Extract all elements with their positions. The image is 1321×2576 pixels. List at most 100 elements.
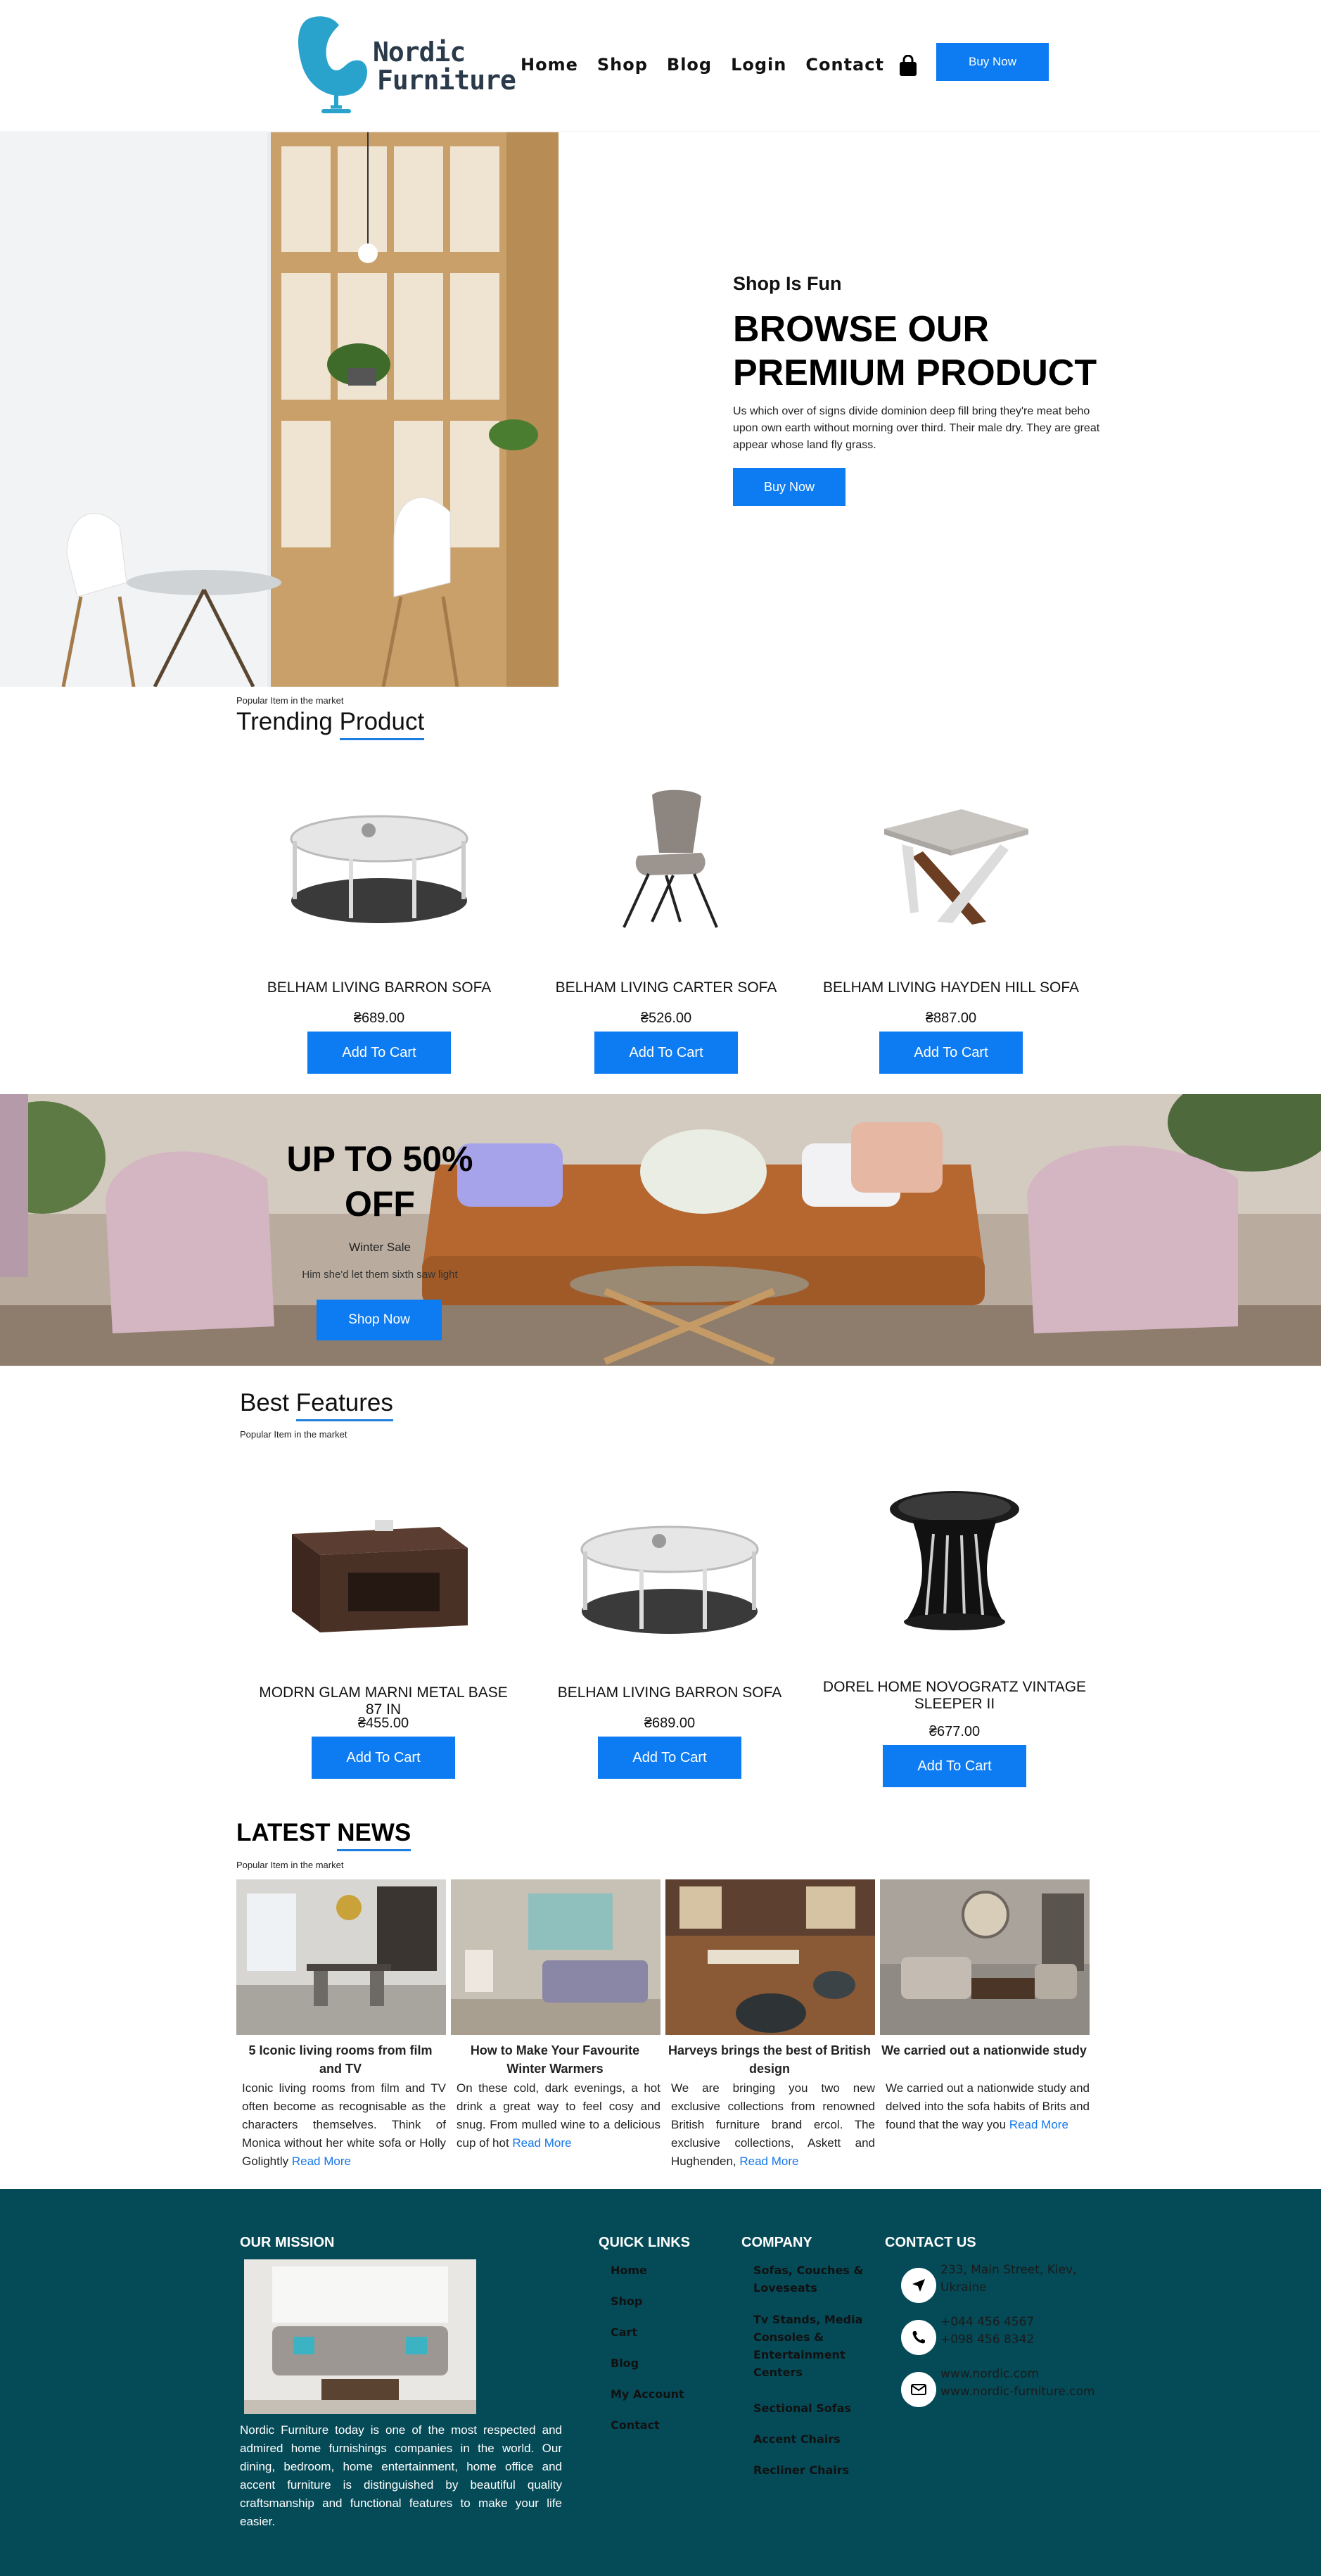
news-title-b: NEWS bbox=[337, 1819, 411, 1851]
header-buy-now-button[interactable]: Buy Now bbox=[936, 43, 1049, 81]
location-arrow-icon bbox=[901, 2268, 936, 2303]
footer-address: 233, Main Street, Kiev, Ukraine bbox=[940, 2261, 1077, 2297]
footer-company-tv-stands[interactable]: Tv Stands, Media Consoles & Entertainmen… bbox=[753, 2311, 873, 2381]
product-price: ₴677.00 bbox=[928, 1724, 981, 1739]
add-to-cart-button[interactable]: Add To Cart bbox=[307, 1032, 451, 1074]
hero-description: Us which over of signs divide dominion d… bbox=[733, 405, 1100, 451]
product-name: DOREL HOME NOVOGRATZ VINTAGE SLEEPER II bbox=[822, 1679, 1087, 1712]
add-to-cart-button[interactable]: Add To Cart bbox=[598, 1737, 741, 1779]
shopping-bag-icon[interactable] bbox=[898, 55, 919, 77]
add-to-cart-button[interactable]: Add To Cart bbox=[883, 1745, 1026, 1787]
read-more-link[interactable]: Read More bbox=[739, 2155, 798, 2168]
read-more-link[interactable]: Read More bbox=[1009, 2118, 1068, 2131]
news-card-body: On these cold, dark evenings, a hot drin… bbox=[457, 2079, 660, 2152]
news-card-title[interactable]: Harveys brings the best of British desig… bbox=[665, 2041, 874, 2078]
footer-link-blog[interactable]: Blog bbox=[611, 2356, 639, 2370]
black-side-table-image bbox=[890, 1491, 1019, 1630]
hero-title: BROWSE OUR PREMIUM PRODUCT bbox=[733, 307, 1113, 395]
chair-logo-icon bbox=[298, 16, 367, 113]
product-price: ₴455.00 bbox=[357, 1715, 409, 1731]
site-footer: OUR MISSION Nordic Furniture today is on… bbox=[0, 2189, 1321, 2576]
footer-phone-2[interactable]: +098 456 8342 bbox=[940, 2331, 1034, 2349]
dark-cube-table-image bbox=[292, 1520, 468, 1632]
footer-mission-text: Nordic Furniture today is one of the mos… bbox=[240, 2423, 562, 2528]
news-card-body: We carried out a nationwide study and de… bbox=[886, 2079, 1090, 2134]
footer-company-recliner[interactable]: Recliner Chairs bbox=[753, 2461, 873, 2479]
promo-title: UP TO 50% OFF bbox=[239, 1136, 521, 1226]
add-to-cart-button[interactable]: Add To Cart bbox=[594, 1032, 738, 1074]
product-card: BELHAM LIVING BARRON SOFA ₴689.00 Add To… bbox=[536, 1485, 803, 1787]
footer-web-1[interactable]: www.nordic.com bbox=[940, 2366, 1095, 2383]
promo-title-line2: OFF bbox=[345, 1184, 415, 1224]
logo-text-line1: Nordic bbox=[373, 37, 466, 68]
news-card-title[interactable]: How to Make Your Favourite Winter Warmer… bbox=[451, 2041, 659, 2078]
news-card-title[interactable]: We carried out a nationwide study bbox=[880, 2041, 1088, 2060]
hero-room-illustration bbox=[0, 132, 559, 687]
promo-banner: UP TO 50% OFF Winter Sale Him she'd let … bbox=[0, 1094, 1321, 1366]
features-title: Best Features bbox=[240, 1389, 393, 1421]
product-card: MODRN GLAM MARNI METAL BASE 87 IN ₴455.0… bbox=[250, 1485, 517, 1787]
hero-title-line1: BROWSE OUR bbox=[733, 309, 989, 350]
footer-company-sectional[interactable]: Sectional Sofas bbox=[753, 2399, 873, 2417]
site-logo[interactable]: Nordic Furniture bbox=[294, 13, 516, 118]
promo-note: Him she'd let them sixth saw light bbox=[302, 1269, 458, 1281]
add-to-cart-button[interactable]: Add To Cart bbox=[312, 1737, 455, 1779]
news-image-living-room[interactable] bbox=[451, 1879, 660, 2035]
news-image-lounge[interactable] bbox=[880, 1879, 1090, 2035]
hero-buy-now-button[interactable]: Buy Now bbox=[733, 468, 845, 506]
news-title-a: LATEST bbox=[236, 1819, 338, 1846]
news-image-dining-room[interactable] bbox=[236, 1879, 446, 2035]
add-to-cart-button[interactable]: Add To Cart bbox=[879, 1032, 1023, 1074]
footer-mission-title: OUR MISSION bbox=[240, 2235, 335, 2250]
footer-quick-links-title: QUICK LINKS bbox=[599, 2235, 690, 2250]
product-name: BELHAM LIVING CARTER SOFA bbox=[555, 979, 777, 996]
nav-blog[interactable]: Blog bbox=[667, 55, 712, 75]
news-card: 5 Iconic living rooms from film and TV I… bbox=[236, 1879, 446, 2175]
footer-link-contact[interactable]: Contact bbox=[611, 2418, 660, 2432]
features-title-b: Features bbox=[295, 1389, 393, 1421]
news-title: LATEST NEWS bbox=[236, 1819, 411, 1851]
footer-link-my-account[interactable]: My Account bbox=[611, 2387, 684, 2401]
footer-phone-1[interactable]: +044 456 4567 bbox=[940, 2314, 1034, 2331]
hero-title-line2: PREMIUM PRODUCT bbox=[733, 353, 1097, 393]
news-card: Harveys brings the best of British desig… bbox=[665, 1879, 875, 2175]
footer-link-shop[interactable]: Shop bbox=[611, 2295, 642, 2308]
footer-company-sofas[interactable]: Sofas, Couches & Loveseats bbox=[753, 2261, 873, 2297]
read-more-link[interactable]: Read More bbox=[512, 2136, 571, 2150]
product-price: ₴689.00 bbox=[353, 1010, 405, 1026]
nav-contact[interactable]: Contact bbox=[805, 55, 884, 75]
footer-link-cart[interactable]: Cart bbox=[611, 2326, 637, 2339]
footer-link-home[interactable]: Home bbox=[611, 2264, 647, 2277]
footer-mission-image bbox=[244, 2259, 476, 2414]
nav-login[interactable]: Login bbox=[731, 55, 786, 75]
footer-web-2[interactable]: www.nordic-furniture.com bbox=[940, 2383, 1095, 2401]
nav-home[interactable]: Home bbox=[521, 55, 578, 75]
features-kicker: Popular Item in the market bbox=[240, 1429, 347, 1440]
promo-subtitle: Winter Sale bbox=[349, 1241, 411, 1254]
cross-leg-table-image bbox=[884, 809, 1028, 925]
nav-shop[interactable]: Shop bbox=[597, 55, 648, 75]
product-name: MODRN GLAM MARNI METAL BASE 87 IN bbox=[259, 1684, 508, 1718]
news-card-body: Iconic living rooms from film and TV oft… bbox=[242, 2079, 446, 2171]
product-name: BELHAM LIVING BARRON SOFA bbox=[267, 979, 492, 996]
read-more-link[interactable]: Read More bbox=[292, 2155, 351, 2168]
news-image-restaurant[interactable] bbox=[665, 1879, 875, 2035]
trending-kicker: Popular Item in the market bbox=[236, 695, 344, 706]
footer-company-accent-chairs[interactable]: Accent Chairs bbox=[753, 2430, 873, 2448]
news-card-title[interactable]: 5 Iconic living rooms from film and TV bbox=[236, 2041, 445, 2078]
product-card: BELHAM LIVING CARTER SOFA ₴526.00 Add To… bbox=[532, 774, 800, 1084]
promo-living-room-image bbox=[0, 1094, 1321, 1366]
footer-address-line2: Ukraine bbox=[940, 2280, 987, 2295]
round-table-image bbox=[290, 815, 468, 923]
footer-address-line1: 233, Main Street, Kiev, bbox=[940, 2263, 1077, 2277]
product-price: ₴887.00 bbox=[925, 1010, 977, 1026]
shop-now-button[interactable]: Shop Now bbox=[317, 1300, 442, 1340]
trending-title-a: Trending bbox=[236, 708, 340, 735]
footer-phones: +044 456 4567 +098 456 8342 bbox=[940, 2314, 1034, 2349]
product-card: BELHAM LIVING HAYDEN HILL SOFA ₴887.00 A… bbox=[817, 774, 1085, 1084]
footer-websites: www.nordic.com www.nordic-furniture.com bbox=[940, 2366, 1095, 2401]
news-card: We carried out a nationwide study We car… bbox=[880, 1879, 1090, 2175]
dining-chair-image bbox=[623, 789, 718, 928]
trending-title-b: Product bbox=[339, 708, 425, 740]
product-price: ₴526.00 bbox=[640, 1010, 692, 1026]
